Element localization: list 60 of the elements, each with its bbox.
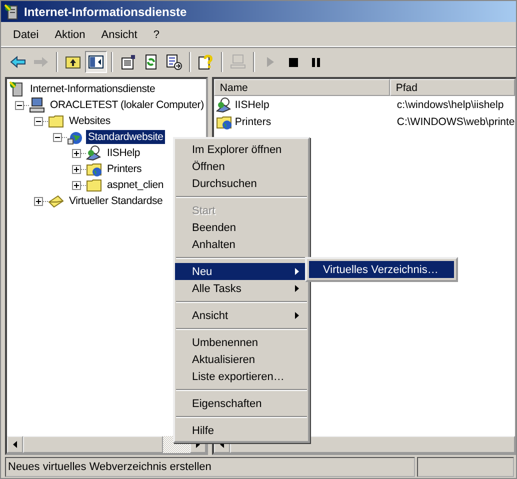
list-item[interactable]: Printers: [234, 116, 272, 128]
tree-item[interactable]: IISHelp: [105, 146, 142, 160]
refresh-icon: [143, 54, 159, 70]
webfolder-icon: [86, 161, 102, 177]
menu-item[interactable]: Ansicht: [93, 27, 146, 43]
menu-item[interactable]: Beenden: [175, 219, 308, 236]
tree-item[interactable]: ORACLETEST (lokaler Computer): [48, 98, 206, 112]
tree-item[interactable]: aspnet_clien: [105, 178, 166, 192]
toolbar-button[interactable]: [85, 51, 107, 73]
menu-item[interactable]: Eigenschaften: [175, 395, 308, 412]
scroll-left-icon[interactable]: [13, 441, 17, 448]
table-cell-text: c:\windows\help\iishelp: [396, 98, 505, 110]
column-header[interactable]: Pfad: [390, 79, 515, 96]
menu-item[interactable]: Aktualisieren: [175, 351, 308, 368]
menu-item[interactable]: Hilfe: [175, 422, 308, 439]
tree-item[interactable]: Internet-Informationsdienste: [28, 82, 158, 96]
menu-item[interactable]: Durchsuchen: [175, 175, 308, 192]
expand-icon[interactable]: [72, 180, 81, 190]
horizontal-scrollbar[interactable]: [7, 436, 206, 453]
collapse-icon[interactable]: [34, 116, 43, 126]
server-icon: [4, 4, 20, 20]
menu-item[interactable]: ?: [145, 27, 168, 43]
menu-item[interactable]: Datei: [5, 27, 47, 43]
expand-icon[interactable]: [72, 164, 81, 174]
pane-toggle-icon: [88, 54, 104, 70]
status-text: Neues virtuelles Webverzeichnis erstellen: [5, 457, 415, 477]
left-arrow-icon: [10, 54, 26, 70]
menu-item[interactable]: Im Explorer öffnen: [175, 141, 308, 158]
tree-item[interactable]: Websites: [67, 114, 112, 128]
folder-up-icon: [65, 54, 81, 70]
table-cell-text: C:\WINDOWS\web\printe: [396, 116, 515, 128]
menu-item[interactable]: Neu: [175, 263, 308, 280]
column-header[interactable]: Name: [214, 79, 390, 96]
tree-item[interactable]: Virtueller Standardse: [67, 194, 165, 208]
menu-item[interactable]: Aktion: [46, 27, 94, 43]
menu-item[interactable]: Ansicht: [175, 307, 308, 324]
globe-icon: [67, 129, 83, 145]
computer-icon: [29, 97, 45, 113]
folder-icon: [86, 177, 102, 193]
menu-item[interactable]: Alle Tasks: [175, 280, 308, 297]
webfolder-icon: [216, 114, 232, 130]
properties-icon: [120, 54, 136, 70]
window-title: Internet-Informationsdienste: [24, 4, 187, 18]
tree-item[interactable]: Standardwebsite: [86, 130, 166, 144]
expand-icon[interactable]: [34, 196, 43, 206]
menu-item[interactable]: Anhalten: [175, 236, 308, 253]
menu-item[interactable]: Umbenennen: [175, 334, 308, 351]
tree-item[interactable]: Printers: [105, 162, 144, 176]
menu-item[interactable]: Liste exportieren…: [175, 368, 308, 385]
menu-item[interactable]: Virtuelles Verzeichnis…: [309, 261, 454, 278]
list-item[interactable]: IISHelp: [234, 98, 270, 110]
export-list-icon: [166, 54, 182, 70]
expand-icon[interactable]: [72, 148, 81, 158]
collapse-icon[interactable]: [15, 100, 24, 110]
folder-icon: [48, 113, 64, 129]
collapse-icon[interactable]: [53, 132, 62, 142]
server-icon: [9, 81, 25, 97]
menu-item[interactable]: Öffnen: [175, 158, 308, 175]
right-arrow-icon: [33, 54, 49, 70]
computer-icon: [230, 54, 246, 70]
